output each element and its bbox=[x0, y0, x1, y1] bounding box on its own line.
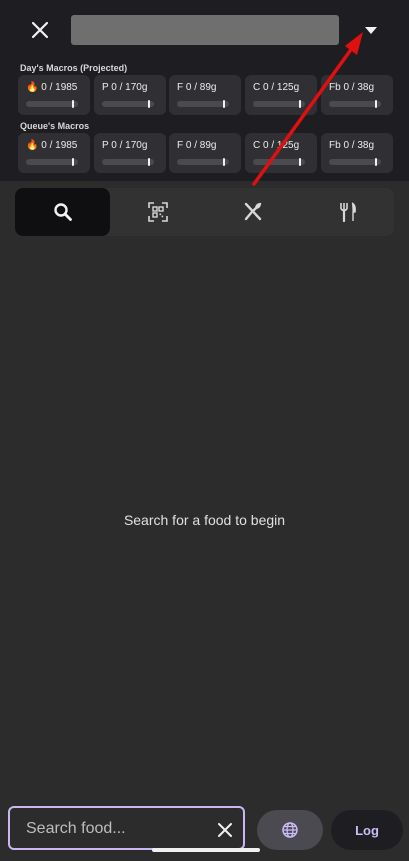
macro-progress-bar bbox=[329, 100, 381, 108]
mode-tab-bar bbox=[15, 188, 394, 236]
macro-progress-marker bbox=[299, 100, 301, 108]
macro-text: C 0 / 125g bbox=[253, 82, 300, 93]
barcode-scan-icon bbox=[147, 202, 168, 222]
macro-card-fiber: Fb 0 / 38g bbox=[321, 133, 393, 173]
search-input[interactable] bbox=[24, 816, 208, 842]
macro-card-protein: P 0 / 170g bbox=[94, 133, 166, 173]
macro-text: Fb 0 / 38g bbox=[329, 82, 375, 93]
macro-card-fat: F 0 / 89g bbox=[169, 133, 241, 173]
macro-progress-marker bbox=[148, 100, 150, 108]
macro-progress-marker bbox=[72, 158, 74, 166]
globe-icon bbox=[282, 822, 298, 838]
queues-macros-row: 🔥 0 / 1985 P 0 / 170g F 0 / 89g C 0 / 12… bbox=[18, 133, 394, 173]
macro-progress-marker bbox=[223, 100, 225, 108]
macro-progress-bar bbox=[329, 158, 381, 166]
macro-progress-marker bbox=[375, 158, 377, 166]
macro-progress-bar bbox=[26, 100, 78, 108]
queues-macros-label: Queue's Macros bbox=[20, 121, 90, 131]
macro-card-calories: 🔥 0 / 1985 bbox=[18, 75, 90, 115]
macro-text: P 0 / 170g bbox=[102, 140, 148, 151]
macro-progress-bar bbox=[177, 158, 229, 166]
search-icon bbox=[53, 203, 72, 221]
days-macros-label: Day's Macros (Projected) bbox=[20, 63, 128, 73]
macro-card-fiber: Fb 0 / 38g bbox=[321, 75, 393, 115]
macro-text: 🔥 0 / 1985 bbox=[26, 82, 78, 93]
day-selector[interactable] bbox=[71, 15, 339, 45]
macro-card-calories: 🔥 0 / 1985 bbox=[18, 133, 90, 173]
macro-text: C 0 / 125g bbox=[253, 140, 300, 151]
online-search-button[interactable] bbox=[257, 810, 323, 850]
close-button[interactable] bbox=[24, 14, 56, 46]
macro-text: F 0 / 89g bbox=[177, 82, 217, 93]
tab-custom-food[interactable] bbox=[205, 188, 300, 236]
macro-text: Fb 0 / 38g bbox=[329, 140, 375, 151]
tab-meals[interactable] bbox=[300, 188, 395, 236]
macro-progress-marker bbox=[223, 158, 225, 166]
macro-card-carbs: C 0 / 125g bbox=[245, 133, 317, 173]
macro-progress-bar bbox=[102, 158, 154, 166]
search-box bbox=[8, 806, 245, 850]
macro-progress-bar bbox=[177, 100, 229, 108]
macro-progress-bar bbox=[26, 158, 78, 166]
days-macros-row: 🔥 0 / 1985 P 0 / 170g F 0 / 89g C 0 / 12… bbox=[18, 75, 394, 115]
tab-search[interactable] bbox=[15, 188, 110, 236]
tab-barcode-scan[interactable] bbox=[110, 188, 205, 236]
food-log-screen: Day's Macros (Projected) 🔥 0 / 1985 P 0 … bbox=[0, 0, 409, 861]
caret-down-icon bbox=[365, 27, 377, 34]
macro-progress-marker bbox=[148, 158, 150, 166]
utensils-crossed-icon bbox=[244, 202, 261, 221]
macro-text: 🔥 0 / 1985 bbox=[26, 140, 78, 151]
macro-text: F 0 / 89g bbox=[177, 140, 217, 151]
home-indicator bbox=[152, 848, 260, 852]
macro-progress-bar bbox=[102, 100, 154, 108]
macro-card-carbs: C 0 / 125g bbox=[245, 75, 317, 115]
close-icon bbox=[31, 21, 49, 39]
macro-progress-bar bbox=[253, 158, 305, 166]
empty-state-message: Search for a food to begin bbox=[123, 512, 286, 528]
macro-progress-marker bbox=[299, 158, 301, 166]
dropdown-button[interactable] bbox=[357, 20, 385, 42]
clear-search-button[interactable] bbox=[213, 818, 237, 842]
close-icon bbox=[218, 823, 232, 837]
macro-card-fat: F 0 / 89g bbox=[169, 75, 241, 115]
macro-card-protein: P 0 / 170g bbox=[94, 75, 166, 115]
macro-progress-marker bbox=[375, 100, 377, 108]
macro-progress-marker bbox=[72, 100, 74, 108]
header: Day's Macros (Projected) 🔥 0 / 1985 P 0 … bbox=[0, 0, 409, 181]
macro-text: P 0 / 170g bbox=[102, 82, 148, 93]
macro-progress-bar bbox=[253, 100, 305, 108]
log-button[interactable]: Log bbox=[331, 810, 403, 850]
fork-knife-icon bbox=[339, 202, 356, 223]
